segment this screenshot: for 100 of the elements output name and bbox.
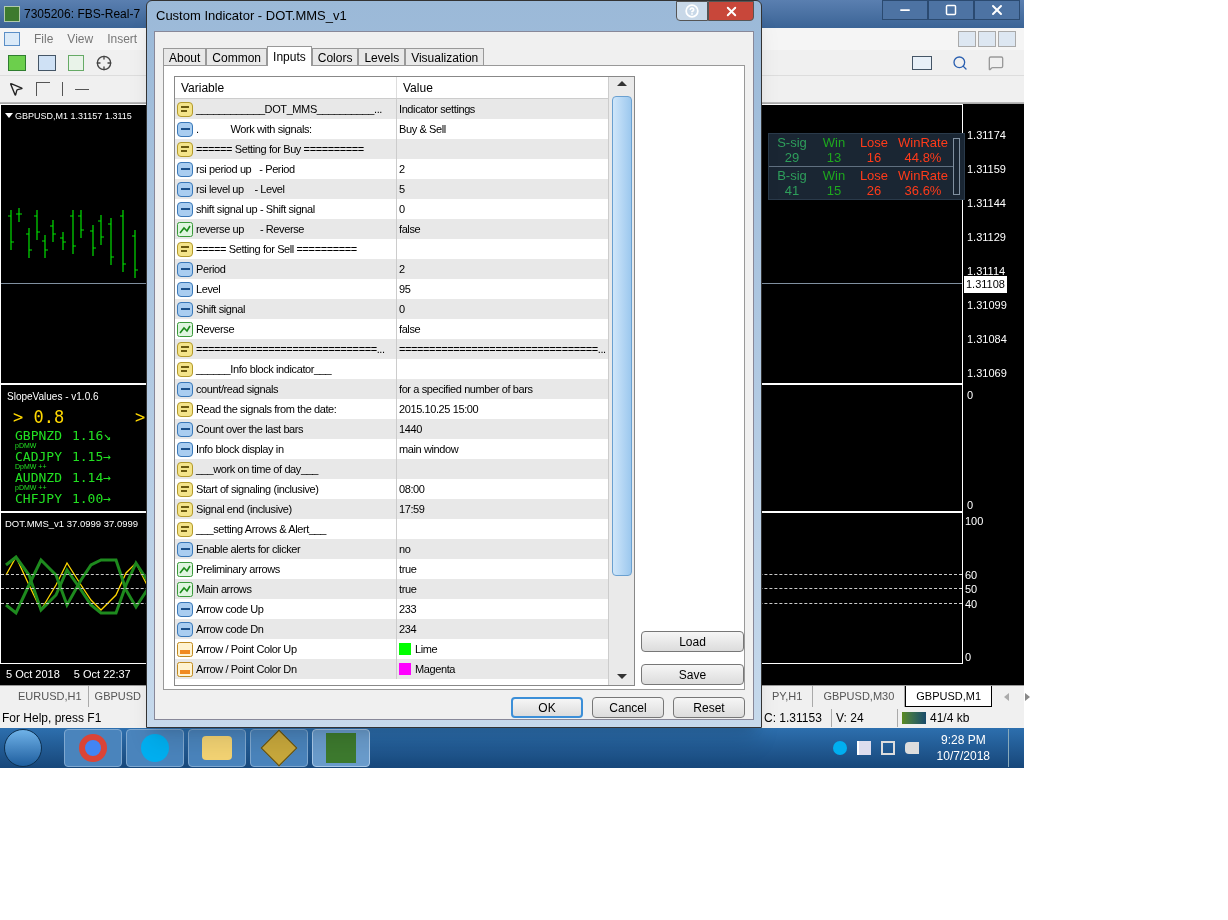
scroll-up-icon[interactable] [616,81,627,86]
variable-name: Count over the last bars [196,421,304,437]
column-header[interactable]: Value [397,77,608,98]
clock-date: 10/7/2018 [936,748,990,764]
value-cell[interactable]: 5 [399,180,405,198]
menu-item[interactable]: View [67,30,94,48]
side-button[interactable]: Load [641,631,744,652]
scrollbar-thumb[interactable] [611,96,632,576]
info-block-value: 15 [825,183,843,198]
dialog-tab[interactable]: About [163,48,207,65]
value-cell[interactable]: 08:00 [399,480,425,498]
variable-name: ===== Setting for Sell ========== [196,241,357,257]
chart-tab[interactable]: GBPUSD,M1 [905,686,993,707]
menu-item[interactable]: Insert [107,30,138,48]
value-cell[interactable]: 17:59 [399,500,425,518]
text-type-icon [177,461,193,477]
value-cell[interactable]: 2 [399,260,405,278]
network-tray-icon[interactable] [880,741,895,755]
value-cell[interactable]: 233 [399,600,417,618]
info-block-value: Win [821,168,847,183]
start-button-icon[interactable] [4,729,42,767]
value-cell[interactable]: Magenta [415,660,455,678]
tab-scroll-right-icon[interactable] [1025,692,1031,701]
text-type-icon [177,241,193,257]
close-button[interactable] [974,0,1020,20]
value-cell[interactable]: true [399,560,417,578]
value-cell[interactable]: 234 [399,620,417,638]
value-cell[interactable]: 0 [399,300,405,318]
value-cell[interactable]: 2 [399,160,405,178]
menu-item[interactable]: File [34,30,54,48]
slope-headline: > 0.8 [13,406,65,429]
scroll-down-icon[interactable] [616,674,627,679]
palette-type-icon [177,641,193,657]
dialog-button[interactable]: Cancel [592,697,664,718]
info-block-value: 44.8% [903,150,943,165]
variable-name: reverse up - Reverse [196,221,304,237]
value-cell[interactable]: for a specified number of bars [399,380,533,398]
info-block-value: 36.6% [903,183,943,198]
text-type-icon [177,361,193,377]
chat-icon[interactable] [988,54,1004,71]
folder-taskbar-icon[interactable] [188,729,246,767]
maximize-button[interactable] [928,0,974,20]
variable-name: Shift signal [196,301,245,317]
dialog-button[interactable]: Reset [673,697,745,718]
search-icon[interactable] [952,54,968,71]
value-cell[interactable]: true [399,580,417,598]
number-type-icon [177,281,193,297]
minimize-button[interactable] [882,0,928,20]
horizontal-line-icon[interactable] [75,88,89,90]
indicator-list-icon[interactable] [912,55,932,70]
chart-tab[interactable]: EURUSD,H1 [12,686,89,707]
price-axis-label: 1.31159 [967,162,1006,177]
dialog-tab[interactable]: Common [206,48,268,65]
number-type-icon [177,121,193,137]
value-cell[interactable]: no [399,540,411,558]
close-button[interactable] [708,1,754,21]
value-cell[interactable]: =================================... [399,340,606,358]
info-block-value: 16 [865,150,883,165]
clock-time: 9:28 PM [940,732,986,748]
number-type-icon [177,541,193,557]
help-button[interactable] [676,1,708,21]
variable-name: Preliminary arrows [196,561,280,577]
value-cell[interactable]: false [399,320,421,338]
dialog-button[interactable]: OK [511,697,583,718]
value-cell[interactable]: 1440 [399,420,422,438]
vertical-scrollbar[interactable] [608,77,634,685]
variable-name: ====== Setting for Buy ========== [196,141,364,157]
column-header[interactable]: Variable [175,77,397,98]
pane-axis-label: 0 [967,498,974,513]
time-axis-label: 5 Oct 22:37 [73,666,131,682]
time-axis-label: 5 Oct 2018 [6,666,60,682]
line-type-icon [177,221,193,237]
value-cell[interactable]: Buy & Sell [399,120,446,138]
app-taskbar-icon[interactable] [250,729,308,767]
variable-name: Level [196,281,221,297]
variable-name: Main arrows [196,581,252,597]
value-cell[interactable]: Indicator settings [399,100,475,118]
value-cell[interactable]: 95 [399,280,411,298]
triangle-down-icon[interactable] [5,113,13,118]
crosshair-tool-icon[interactable] [36,82,50,96]
side-button[interactable]: Save [641,664,744,685]
crosshair-icon[interactable] [96,54,112,71]
pane-axis-label: 0 [967,388,974,403]
pair-symbol: GBPNZD [15,429,62,442]
pane-axis-label: 50 [965,582,978,597]
slope-value: 1.14→ [71,471,112,484]
value-cell[interactable]: false [399,220,421,238]
value-cell[interactable]: main window [399,440,459,458]
variable-name: Period [196,261,226,277]
dialog-tab[interactable]: Visualization [405,48,485,65]
value-cell[interactable]: Lime [415,640,438,658]
value-cell[interactable]: 0 [399,200,405,218]
number-type-icon [177,261,193,277]
dialog-tab[interactable]: Levels [358,48,406,65]
dialog-tab[interactable]: Inputs [267,46,312,66]
price-axis-label: 1.31069 [967,366,1007,381]
value-cell[interactable]: 2015.10.25 15:00 [399,400,479,418]
dialog-title: Custom Indicator - DOT.MMS_v1 [155,7,347,26]
cursor-icon[interactable] [8,81,24,97]
dialog-tab[interactable]: Colors [311,48,359,65]
